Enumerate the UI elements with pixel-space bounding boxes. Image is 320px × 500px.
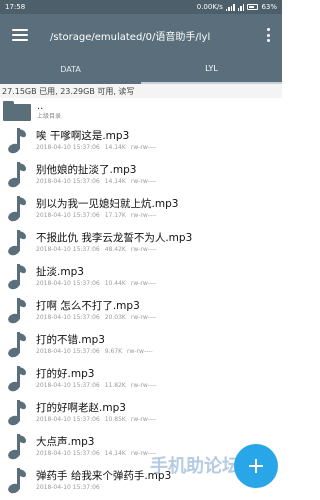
file-size: 14.14K	[104, 144, 126, 151]
file-meta: 2018-04-10 15:37:06 14.14K rw-rw----	[36, 177, 161, 186]
status-right: 0.00K/s 63%	[197, 3, 277, 11]
parent-directory-label: 上级目录	[37, 112, 62, 120]
file-permissions: rw-rw----	[130, 416, 157, 423]
file-meta: 2018-04-10 15:37:06 14.14K rw-rw----	[36, 449, 161, 458]
hamburger-menu-icon[interactable]	[12, 29, 28, 41]
current-path: /storage/emulated/0/语音助手/lyl	[50, 31, 211, 43]
file-size: 20.03K	[104, 314, 126, 321]
storage-info: 27.15GB 已用, 23.29GB 可用, 读写	[0, 84, 282, 98]
file-name: 大点声.mp3	[36, 436, 95, 448]
file-name: 打的好.mp3	[36, 368, 95, 380]
file-meta: 2018-04-10 15:37:06 14.14K rw-rw----	[36, 143, 161, 152]
file-name: 唉 干嗲啊这是.mp3	[36, 130, 130, 142]
music-note-icon	[6, 228, 28, 258]
add-button[interactable]	[234, 444, 278, 488]
file-meta: 2018-04-10 15:37:06 48.42K rw-rw----	[36, 245, 192, 254]
file-name: 别他娘的扯淡了.mp3	[36, 164, 137, 176]
file-size: 14.14K	[104, 450, 126, 457]
file-meta: 2018-04-10 15:37:06 9.67K rw-rw----	[36, 347, 158, 356]
file-permissions: rw-rw----	[130, 382, 157, 389]
file-row[interactable]: 打的好.mp3 2018-04-10 15:37:06 11.82K rw-rw---…	[0, 362, 282, 396]
file-date: 2018-04-10 15:37:06	[36, 382, 100, 389]
file-date: 2018-04-10 15:37:06	[36, 144, 100, 151]
file-meta: 2018-04-10 15:37:06 17.17K rw-rw----	[36, 211, 178, 220]
file-date: 2018-04-10 15:37:06	[36, 416, 100, 423]
file-size: 14.14K	[104, 178, 126, 185]
file-meta: 2018-04-10 15:37:06 10.44K rw-rw----	[36, 279, 161, 288]
net-speed: 0.00K/s	[196, 3, 223, 11]
file-date: 2018-04-10 15:37:06	[36, 450, 100, 457]
file-date: 2018-04-10 15:37:06	[36, 246, 100, 253]
file-list: .. 上级目录 唉 干嗲啊这是.mp3 2018-04-10 15:37:06 14…	[0, 98, 282, 498]
toolbar: /storage/emulated/0/语音助手/lyl	[0, 14, 282, 56]
file-date: 2018-04-10 15:37:06	[36, 178, 100, 185]
wifi-icon	[237, 3, 245, 11]
tab-lyl[interactable]: LYL	[141, 56, 282, 84]
music-note-icon	[6, 296, 28, 326]
file-permissions: rw-rw----	[127, 348, 153, 355]
file-permissions: rw-rw----	[130, 144, 157, 151]
file-row[interactable]: 打的好啊老赵.mp3 2018-04-10 15:37:06 10.85K rw-rw…	[0, 396, 282, 430]
file-permissions: rw-rw----	[130, 178, 157, 185]
file-meta: 2018-04-10 15:37:06	[36, 483, 171, 492]
tab-bar: DATA LYL	[0, 56, 282, 84]
folder-icon	[3, 101, 31, 121]
music-note-icon	[6, 398, 28, 428]
battery-percent: 63%	[261, 3, 277, 11]
music-note-icon	[6, 364, 28, 394]
file-date: 2018-04-10 15:37:06	[36, 212, 100, 219]
file-meta: 2018-04-10 15:37:06 11.82K rw-rw----	[36, 381, 161, 390]
file-name: 打的好啊老赵.mp3	[36, 402, 126, 414]
music-note-icon	[6, 126, 28, 156]
file-size: 10.44K	[104, 280, 126, 287]
file-permissions: rw-rw----	[130, 450, 157, 457]
file-row[interactable]: 打啊 怎么不打了.mp3 2018-04-10 15:37:06 20.03K rw-…	[0, 294, 282, 328]
file-date: 2018-04-10 15:37:06	[36, 484, 100, 491]
file-row[interactable]: 不报此仇 我李云龙誓不为人.mp3 2018-04-10 15:37:06 48.4…	[0, 226, 282, 260]
file-name: 弹药手 给我来个弹药手.mp3	[36, 470, 172, 482]
file-size: 10.85K	[104, 416, 126, 423]
file-row[interactable]: 扯淡.mp3 2018-04-10 15:37:06 10.44K rw-rw----	[0, 260, 282, 294]
file-permissions: rw-rw----	[130, 314, 157, 321]
file-row[interactable]: 别他娘的扯淡了.mp3 2018-04-10 15:37:06 14.14K rw-r…	[0, 158, 282, 192]
file-name: 不报此仇 我李云龙誓不为人.mp3	[36, 232, 193, 244]
status-time: 17:58	[5, 3, 26, 11]
music-note-icon	[6, 466, 28, 496]
music-note-icon	[6, 262, 28, 292]
file-name: 扯淡.mp3	[36, 266, 84, 278]
music-note-icon	[6, 330, 28, 360]
more-vert-icon[interactable]	[262, 28, 274, 42]
file-date: 2018-04-10 15:37:06	[36, 314, 100, 321]
file-date: 2018-04-10 15:37:06	[36, 280, 100, 287]
file-row[interactable]: 唉 干嗲啊这是.mp3 2018-04-10 15:37:06 14.14K rw-r…	[0, 124, 282, 158]
file-size: 9.67K	[104, 348, 123, 355]
file-size: 48.42K	[104, 246, 126, 253]
file-name: 打啊 怎么不打了.mp3	[36, 300, 140, 312]
add-icon	[249, 459, 263, 473]
file-meta: 2018-04-10 15:37:06 20.03K rw-rw----	[36, 313, 161, 322]
file-name: 打的不错.mp3	[36, 334, 105, 346]
file-permissions: rw-rw----	[130, 212, 157, 219]
file-name: 别以为我一见媳妇就上炕.mp3	[36, 198, 179, 210]
signal-icon	[225, 3, 235, 11]
file-row[interactable]: 打的不错.mp3 2018-04-10 15:37:06 9.67K rw-rw---…	[0, 328, 282, 362]
status-bar: 17:58 0.00K/s 63%	[0, 0, 282, 14]
file-row[interactable]: 别以为我一见媳妇就上炕.mp3 2018-04-10 15:37:06 17.17K…	[0, 192, 282, 226]
parent-directory-name: ..	[37, 100, 44, 112]
file-permissions: rw-rw----	[130, 246, 157, 253]
battery-icon	[247, 4, 259, 10]
music-note-icon	[6, 432, 28, 462]
file-date: 2018-04-10 15:37:06	[36, 348, 100, 355]
file-size: 17.17K	[104, 212, 126, 219]
file-meta: 2018-04-10 15:37:06 10.85K rw-rw----	[36, 415, 161, 424]
file-permissions: rw-rw----	[130, 280, 157, 287]
file-size: 11.82K	[104, 382, 126, 389]
parent-directory-row[interactable]: .. 上级目录	[0, 98, 282, 124]
music-note-icon	[6, 160, 28, 190]
tab-data[interactable]: DATA	[0, 56, 141, 84]
music-note-icon	[6, 194, 28, 224]
